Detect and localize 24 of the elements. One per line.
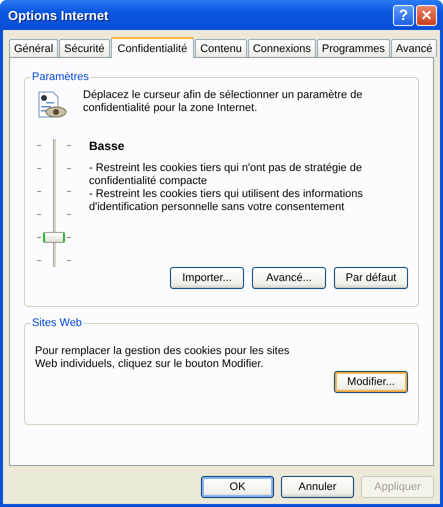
edit-button[interactable]: Modifier... [334,371,408,393]
slider-thumb[interactable] [43,232,65,243]
websites-text: Pour remplacer la gestion des cookies pour les sites Web individuels, cliquez sur le bouton Modifier. [35,345,290,371]
cancel-button[interactable]: Annuler [281,476,354,498]
group-title: Sites Web [31,317,83,329]
tab[interactable]: Sécurité [59,39,110,57]
default-button[interactable]: Par défaut [334,267,408,289]
close-button[interactable]: × [416,4,437,26]
level-description: - Restreint les cookies tiers qui n'ont pas de stratégie de confidentialité compacte [89,162,363,188]
instruction-text: Déplacez le curseur afin de sélectionner un paramètre de confidentialité pour la zone Internet. [83,89,364,116]
group-title: Paramètres [31,71,90,83]
tab[interactable]: Programmes [316,39,390,57]
tab[interactable]: Contenu [195,39,247,57]
window-title: Options Internet [8,8,110,22]
level-description: - Restreint les cookies tiers qui utilisent des informations d'identification personnelle sans votre consentement [89,188,364,214]
advanced-button[interactable]: Avancé... [252,267,326,289]
tab[interactable]: Connexions [248,39,316,57]
ok-button[interactable]: OK [201,476,274,498]
tab[interactable]: Général [9,39,58,57]
tab[interactable]: Avancé [390,39,438,57]
import-button[interactable]: Importer... [170,267,244,289]
tab[interactable]: Confidentialité [110,37,194,58]
privacy-slider[interactable] [35,139,73,267]
level-name: Basse [89,139,126,153]
